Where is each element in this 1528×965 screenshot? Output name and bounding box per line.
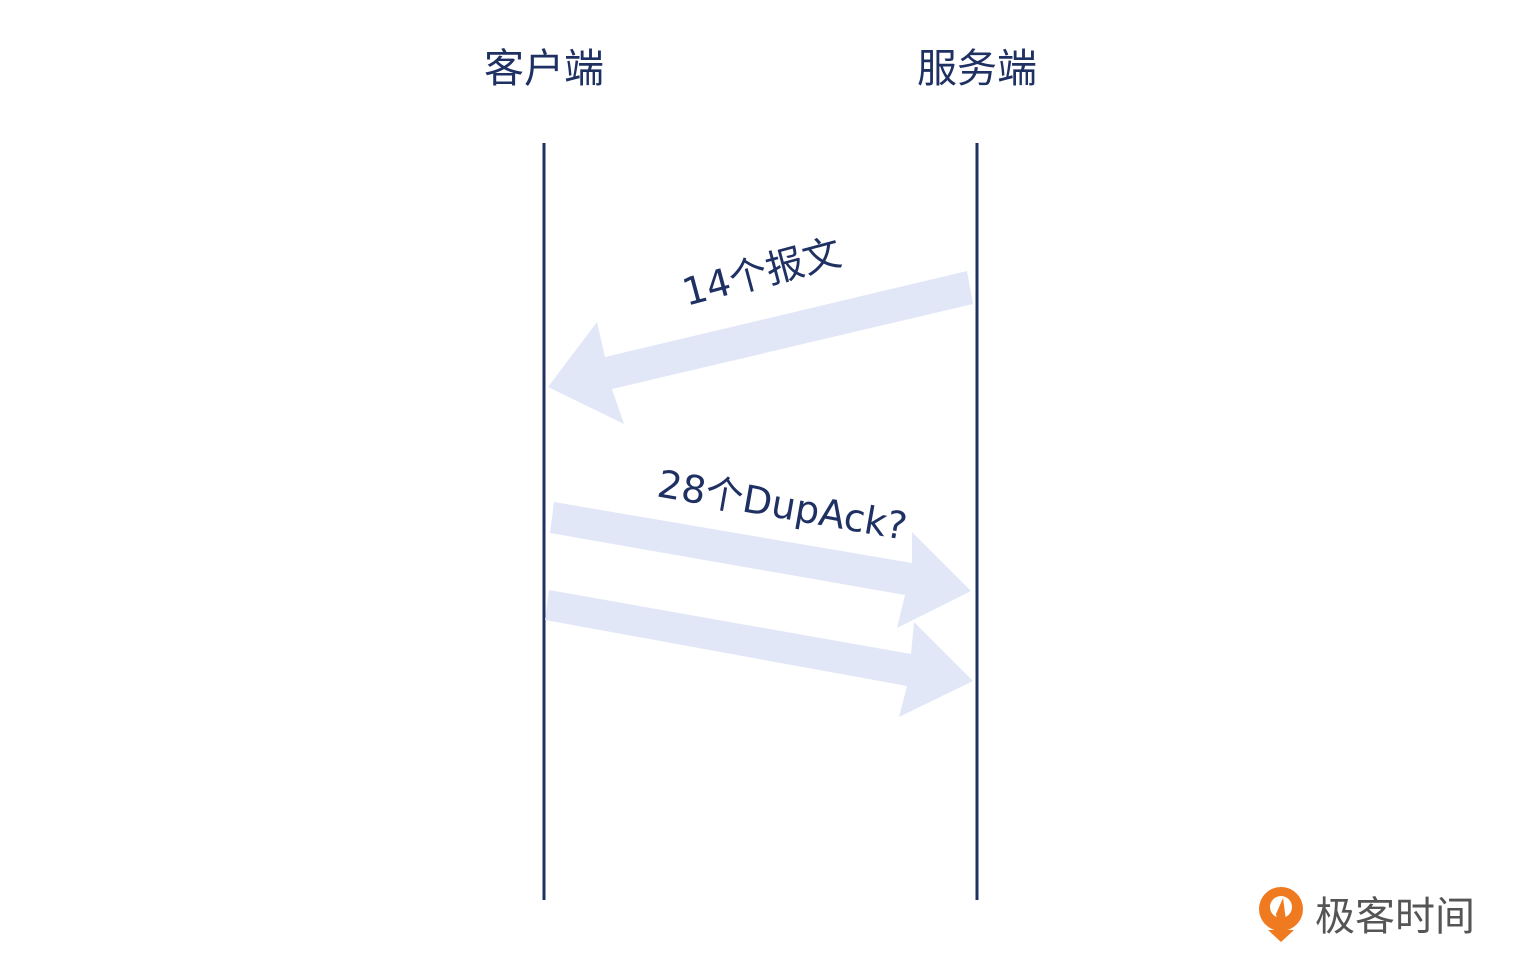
sequence-diagram: 客户端 服务端 14个报文 28个DupAck? 极客时间 [484, 46, 1475, 942]
logo-text: 极客时间 [1315, 894, 1475, 940]
server-label: 服务端 [917, 46, 1037, 92]
client-label: 客户端 [484, 46, 604, 92]
message-label-1: 14个报文 [678, 230, 846, 315]
geektime-logo: 极客时间 [1259, 887, 1475, 942]
